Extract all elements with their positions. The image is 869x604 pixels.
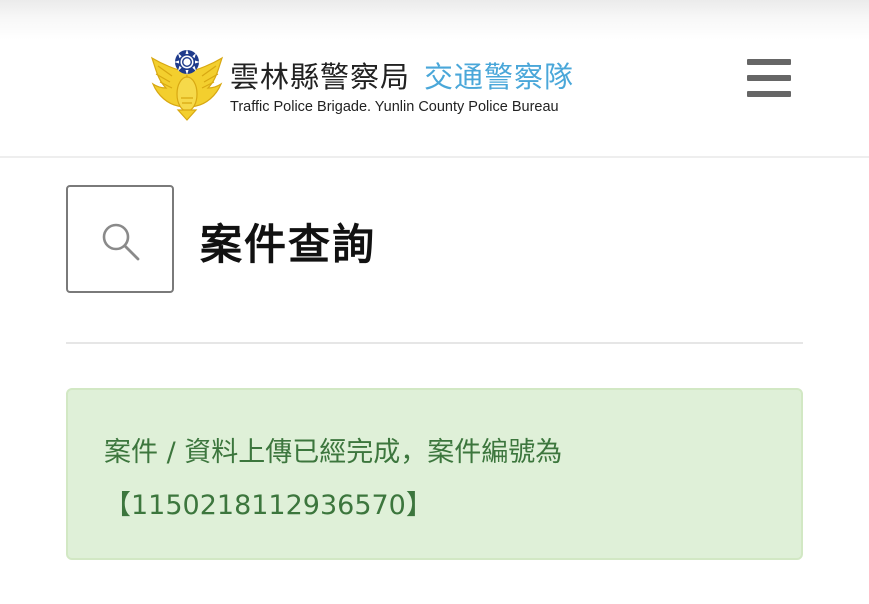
hamburger-menu-icon[interactable]: [745, 57, 793, 99]
menu-bar-middle: [747, 75, 791, 81]
site-header: 雲林縣警察局 交通警察隊 Traffic Police Brigade. Yun…: [0, 0, 869, 158]
alert-message: 案件 / 資料上傳已經完成，案件編號為: [104, 437, 563, 468]
case-number: 【1150218112936570】: [104, 490, 433, 521]
site-title-zh[interactable]: 雲林縣警察局 交通警察隊: [230, 57, 575, 94]
page-title: 案件查詢: [200, 220, 377, 269]
search-button[interactable]: [66, 185, 174, 293]
page: 雲林縣警察局 交通警察隊 Traffic Police Brigade. Yun…: [0, 0, 869, 604]
menu-bar-bottom: [747, 91, 791, 97]
site-title-main: 雲林縣警察局: [230, 60, 411, 94]
site-title-sub: 交通警察隊: [424, 60, 575, 94]
search-icon: [102, 223, 140, 261]
site-title-en: Traffic Police Brigade. Yunlin County Po…: [230, 99, 559, 115]
success-alert: 案件 / 資料上傳已經完成，案件編號為 【1150218112936570】: [66, 388, 803, 560]
menu-bar-top: [747, 59, 791, 65]
section-divider: [66, 342, 803, 344]
police-emblem-icon[interactable]: [148, 46, 226, 124]
